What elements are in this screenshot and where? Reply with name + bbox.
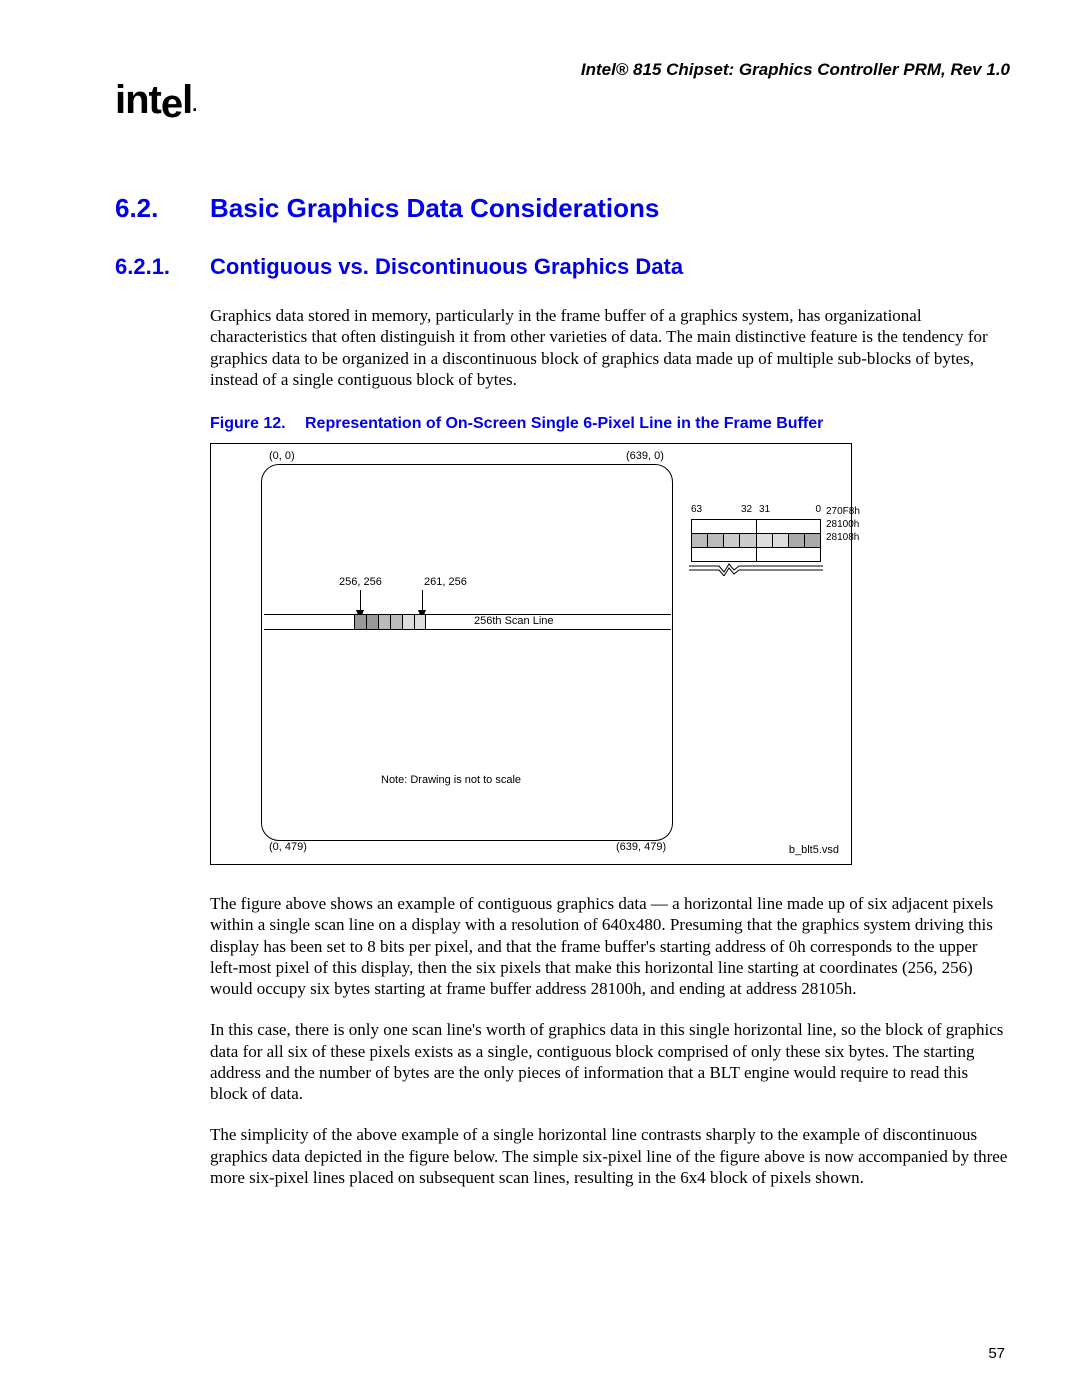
mem-row <box>691 519 821 534</box>
subsection-title: Contiguous vs. Discontinuous Graphics Da… <box>210 254 683 279</box>
pixel-cell <box>390 615 402 629</box>
paragraph-3: In this case, there is only one scan lin… <box>210 1019 1010 1104</box>
addr-3: 28108h <box>826 531 860 544</box>
memory-block <box>691 519 821 562</box>
addr-1: 270F8h <box>826 505 860 518</box>
mem-cell <box>788 534 804 547</box>
bit-0: 0 <box>815 504 821 515</box>
pixel-start-coord: 256, 256 <box>339 576 382 588</box>
section-heading: 6.2.Basic Graphics Data Considerations <box>115 193 1010 224</box>
scan-line-label: 256th Scan Line <box>474 615 554 627</box>
paragraph-4: The simplicity of the above example of a… <box>210 1124 1010 1188</box>
section-title: Basic Graphics Data Considerations <box>210 193 659 223</box>
arrow-line-1 <box>360 590 361 612</box>
pixel-cell <box>402 615 414 629</box>
mem-cell <box>739 534 755 547</box>
figure-note: Note: Drawing is not to scale <box>381 774 521 786</box>
subsection-number: 6.2.1. <box>115 254 210 280</box>
mem-addresses: 270F8h 28100h 28108h <box>826 505 860 544</box>
mem-row <box>691 548 821 562</box>
mem-cell <box>723 534 739 547</box>
figure-caption: Figure 12.Representation of On-Screen Si… <box>210 415 1010 433</box>
bit-32: 32 <box>741 504 752 515</box>
coord-top-right: (639, 0) <box>626 450 664 462</box>
arrow-line-2 <box>422 590 423 612</box>
pixel-cell <box>354 615 366 629</box>
figure-filename: b_blt5.vsd <box>789 844 839 856</box>
section-number: 6.2. <box>115 193 210 224</box>
pixel-cell <box>378 615 390 629</box>
bit-31: 31 <box>759 504 770 515</box>
pixel-end-coord: 261, 256 <box>424 576 467 588</box>
subsection-heading: 6.2.1.Contiguous vs. Discontinuous Graph… <box>115 254 1010 280</box>
running-header: Intel® 815 Chipset: Graphics Controller … <box>115 60 1010 80</box>
coord-top-left: (0, 0) <box>269 450 295 462</box>
page-number: 57 <box>988 1345 1005 1362</box>
paragraph-1: Graphics data stored in memory, particul… <box>210 305 1010 390</box>
pixel-cell <box>366 615 378 629</box>
scan-line: 256th Scan Line <box>264 614 671 630</box>
mem-cell <box>707 534 723 547</box>
paragraph-2: The figure above shows an example of con… <box>210 893 1010 999</box>
bit-63: 63 <box>691 504 702 515</box>
mem-cell <box>804 534 820 547</box>
mem-cell <box>772 534 788 547</box>
addr-2: 28100h <box>826 518 860 531</box>
mem-zigzag <box>689 562 823 576</box>
mem-cell <box>692 534 707 547</box>
pixel-cell <box>414 615 426 629</box>
coord-bottom-left: (0, 479) <box>269 841 307 853</box>
pixel-block <box>354 615 426 629</box>
mem-row <box>691 534 821 548</box>
coord-bottom-right: (639, 479) <box>616 841 666 853</box>
figure-title: Representation of On-Screen Single 6-Pix… <box>305 415 823 432</box>
figure-label: Figure 12. <box>210 415 305 433</box>
figure-diagram: (0, 0) (639, 0) (0, 479) (639, 479) 256,… <box>210 443 852 865</box>
scan-line-group: 256, 256 261, 256 256th Scan Line <box>264 614 671 630</box>
mem-cell <box>756 534 772 547</box>
intel-logo: intel. <box>115 78 1010 123</box>
